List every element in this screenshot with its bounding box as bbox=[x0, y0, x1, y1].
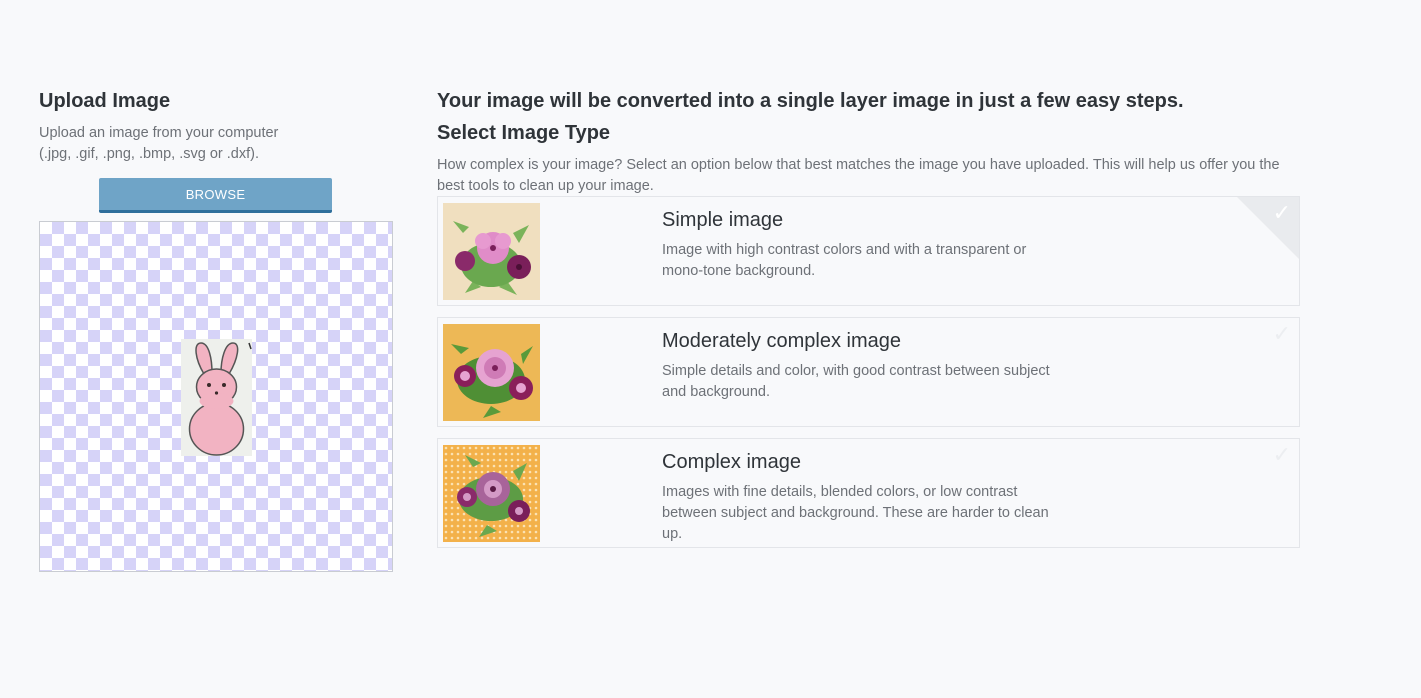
option-description: Simple details and color, with good cont… bbox=[662, 363, 1050, 400]
select-image-type-description: How complex is your image? Select an opt… bbox=[437, 157, 1280, 194]
upload-panel: Upload Image Upload an image from your c… bbox=[39, 88, 393, 572]
option-complex-image[interactable]: Complex image Images with fine details, … bbox=[437, 438, 1300, 548]
select-image-type-title: Select Image Type bbox=[437, 122, 611, 144]
browse-button[interactable]: BROWSE bbox=[99, 178, 332, 213]
page-headline: Your image will be converted into a sing… bbox=[437, 90, 1184, 112]
image-preview bbox=[39, 221, 393, 572]
option-title: Complex image bbox=[662, 451, 801, 473]
complex-flower-thumbnail bbox=[443, 445, 540, 542]
check-icon: ✓ bbox=[1272, 201, 1291, 226]
upload-description: Upload an image from your computer (.jpg… bbox=[39, 123, 393, 165]
upload-description-line1: Upload an image from your computer bbox=[39, 125, 279, 141]
check-icon: ✓ bbox=[1272, 322, 1291, 347]
option-simple-image[interactable]: Simple image Image with high contrast co… bbox=[437, 196, 1300, 306]
upload-title: Upload Image bbox=[39, 90, 171, 112]
check-icon: ✓ bbox=[1272, 443, 1291, 468]
image-type-panel: Your image will be converted into a sing… bbox=[437, 88, 1301, 197]
option-title: Moderately complex image bbox=[662, 330, 901, 352]
bunny-image bbox=[181, 339, 252, 456]
option-title: Simple image bbox=[662, 209, 784, 231]
option-description: Image with high contrast colors and with… bbox=[662, 242, 1027, 279]
upload-description-line2: (.jpg, .gif, .png, .bmp, .svg or .dxf). bbox=[39, 146, 260, 162]
uploaded-image bbox=[181, 339, 252, 456]
simple-flower-thumbnail bbox=[443, 203, 540, 300]
option-moderately-complex-image[interactable]: Moderately complex image Simple details … bbox=[437, 317, 1300, 427]
option-description: Images with fine details, blended colors… bbox=[662, 484, 1049, 542]
moderate-flower-thumbnail bbox=[443, 324, 540, 421]
